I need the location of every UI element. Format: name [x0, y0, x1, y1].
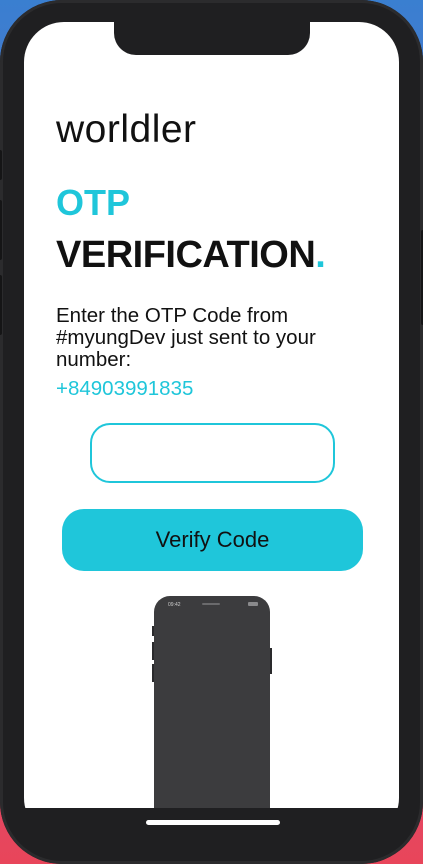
title-accent-dot: . [315, 234, 326, 276]
app-logo: worldler [56, 108, 197, 151]
battery-icon [248, 602, 258, 606]
device-notch [114, 22, 310, 55]
page-title-line2: VERIFICATION. [56, 234, 326, 277]
phone-device-frame: worldler OTP VERIFICATION. Enter the OTP… [0, 0, 423, 864]
phone-number-text: +84903991835 [56, 377, 194, 400]
illustration-speaker [202, 603, 220, 605]
illustration-side-button-right [270, 648, 272, 674]
otp-code-input[interactable] [90, 423, 335, 483]
illustration-side-button-left-3 [152, 664, 154, 682]
illustration-side-button-left [152, 626, 154, 636]
page-title-text: VERIFICATION [56, 234, 316, 276]
side-button-mute [0, 150, 2, 180]
side-button-volume-up [0, 200, 2, 260]
phone-illustration: 09:42 [154, 596, 270, 838]
otp-instruction-text: Enter the OTP Code from #myungDev just s… [56, 304, 316, 371]
side-button-volume-down [0, 275, 2, 335]
illustration-status-time: 09:42 [168, 602, 181, 608]
verify-code-button[interactable]: Verify Code [62, 509, 363, 571]
app-screen: worldler OTP VERIFICATION. Enter the OTP… [24, 22, 399, 838]
page-title-line1: OTP [56, 182, 131, 223]
illustration-side-button-left-2 [152, 642, 154, 660]
home-indicator-icon[interactable] [146, 820, 280, 825]
